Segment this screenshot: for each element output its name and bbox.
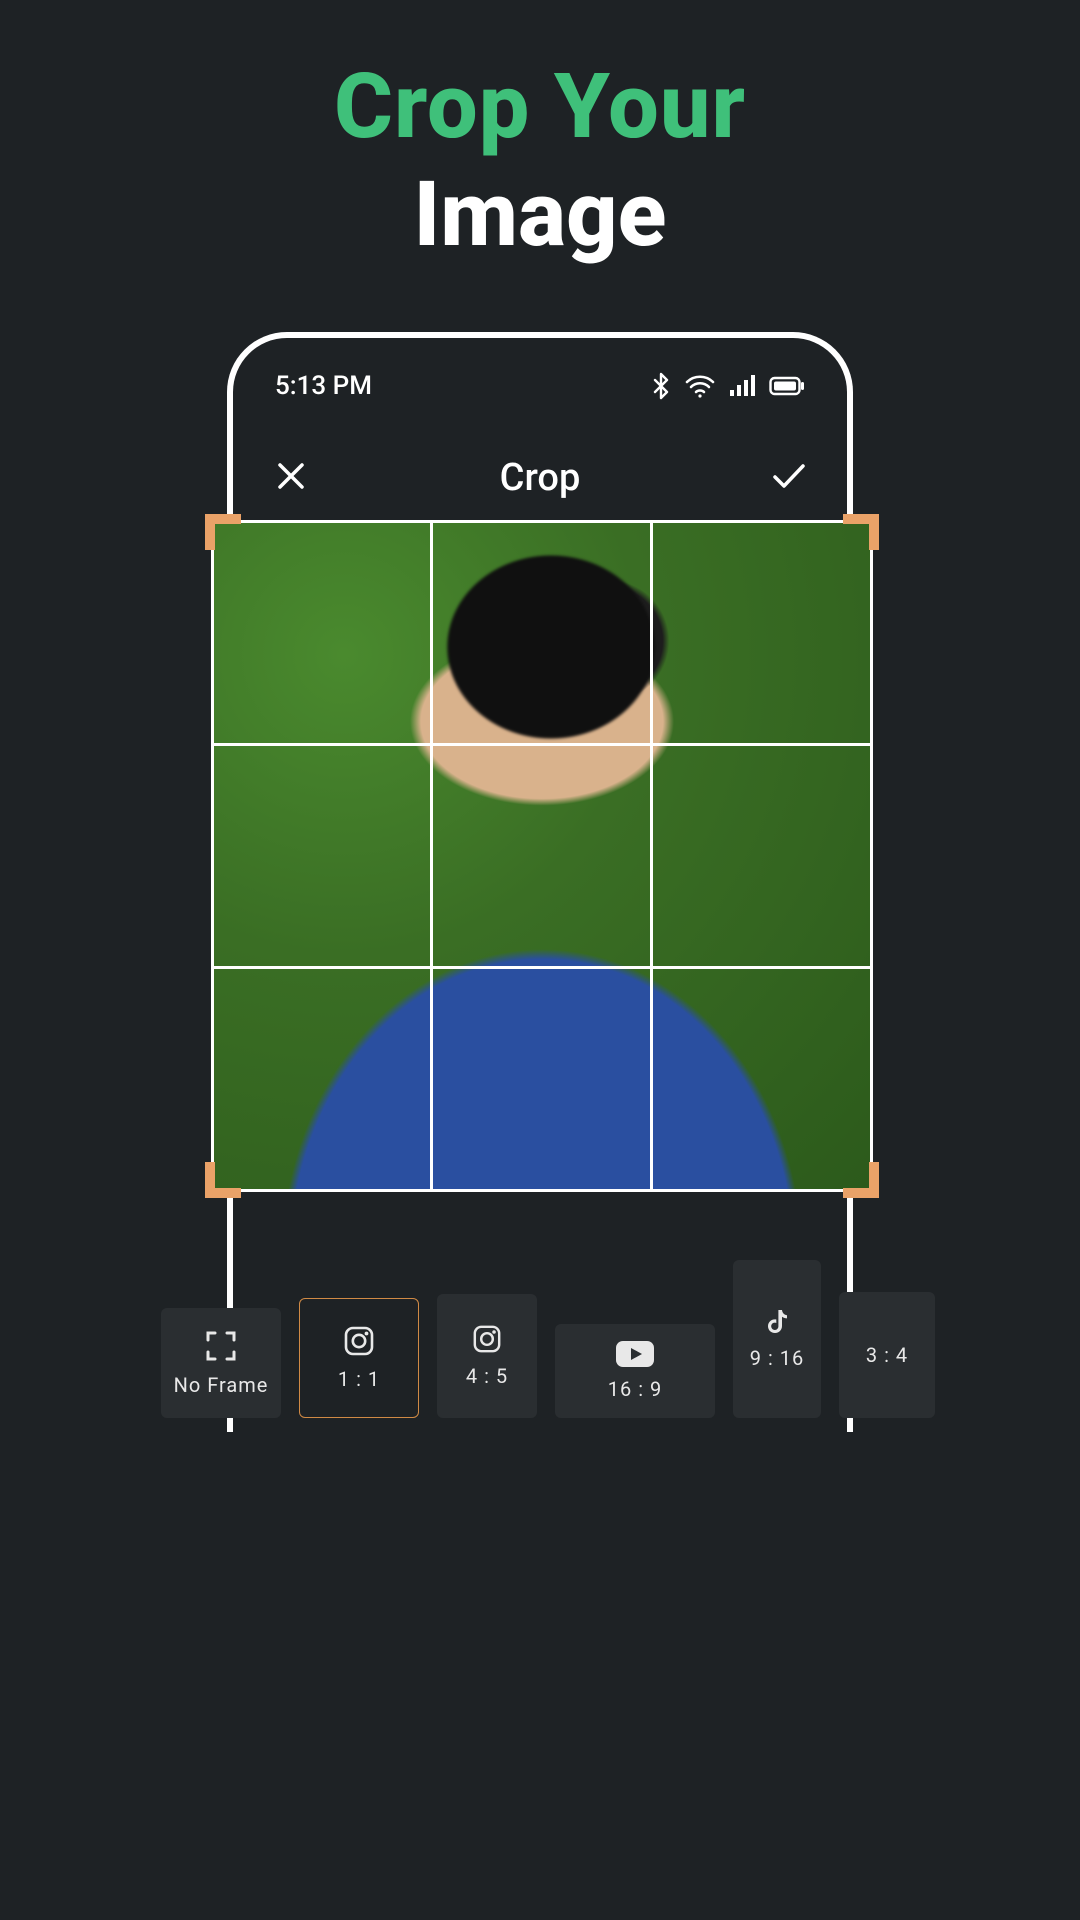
youtube-icon	[616, 1341, 654, 1367]
status-icons	[651, 372, 805, 400]
ratio-label: 3 : 4	[866, 1343, 908, 1367]
check-icon	[772, 462, 806, 494]
promo-headline: Crop Your Image	[131, 60, 949, 264]
fullscreen-icon	[204, 1329, 238, 1363]
ratio-option-9-16[interactable]: 9 : 16	[733, 1260, 821, 1418]
signal-icon	[729, 375, 755, 397]
crop-handle-top-right[interactable]	[843, 514, 879, 550]
crop-handle-bottom-right[interactable]	[843, 1162, 879, 1198]
instagram-icon	[472, 1324, 502, 1354]
crop-app-bar: Crop	[233, 438, 847, 518]
grid-line-horizontal	[211, 743, 873, 746]
wifi-icon	[685, 374, 715, 398]
confirm-button[interactable]	[765, 454, 813, 502]
ratio-label: No Frame	[174, 1373, 269, 1397]
promo-headline-line2: Image	[131, 165, 949, 264]
grid-line-vertical	[430, 520, 433, 1192]
bluetooth-icon	[651, 372, 671, 400]
ratio-option-3-4[interactable]: 3 : 4	[839, 1292, 935, 1418]
appbar-title: Crop	[233, 456, 847, 500]
close-button[interactable]	[267, 454, 315, 502]
ratio-option-4-5[interactable]: 4 : 5	[437, 1294, 537, 1418]
promo-headline-line1: Crop Your	[131, 60, 949, 155]
aspect-ratio-strip: No Frame 1 : 1 4 : 5	[161, 1238, 961, 1418]
ratio-option-16-9[interactable]: 16 : 9	[555, 1324, 715, 1418]
ratio-label: 16 : 9	[608, 1377, 663, 1401]
close-icon	[276, 461, 306, 495]
tiktok-icon	[765, 1308, 789, 1336]
grid-line-horizontal	[211, 966, 873, 969]
crop-handle-bottom-left[interactable]	[205, 1162, 241, 1198]
ratio-option-no-frame[interactable]: No Frame	[161, 1308, 281, 1418]
ratio-option-1-1[interactable]: 1 : 1	[299, 1298, 419, 1418]
grid-line-vertical	[650, 520, 653, 1192]
ratio-label: 4 : 5	[466, 1364, 508, 1388]
ratio-label: 9 : 16	[750, 1346, 805, 1370]
instagram-icon	[343, 1325, 375, 1357]
status-time: 5:13 PM	[275, 371, 372, 401]
crop-handle-top-left[interactable]	[205, 514, 241, 550]
ratio-label: 1 : 1	[338, 1367, 380, 1391]
promo-stage: Crop Your Image 5:13 PM	[131, 0, 949, 1432]
status-bar: 5:13 PM	[233, 366, 847, 406]
photo-preview	[211, 520, 873, 1192]
crop-area[interactable]	[211, 520, 873, 1192]
battery-icon	[769, 376, 805, 396]
